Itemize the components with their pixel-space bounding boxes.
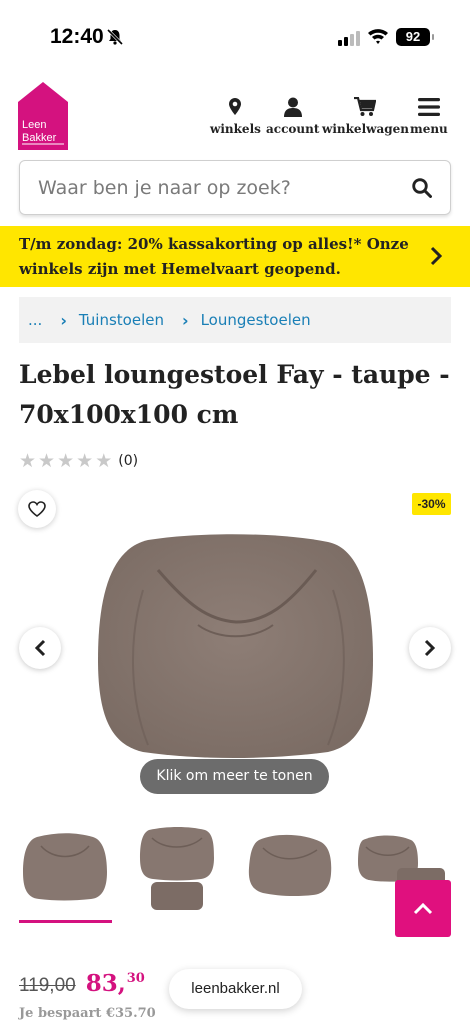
star-icon: ★ xyxy=(76,450,94,472)
breadcrumb: ... › Tuinstoelen › Loungestoelen xyxy=(19,297,451,343)
thumbnail-3[interactable] xyxy=(247,832,333,898)
cellular-signal-icon xyxy=(338,30,360,46)
discount-badge: -30% xyxy=(412,493,451,515)
breadcrumb-loungestoelen[interactable]: Loungestoelen xyxy=(201,311,311,329)
silent-bell-icon xyxy=(106,28,124,46)
leenbakker-logo[interactable]: Leen Bakker xyxy=(18,82,68,150)
breadcrumb-chevron-icon: › xyxy=(60,310,67,330)
breadcrumb-chevron-icon: › xyxy=(181,310,189,330)
star-icon: ★ xyxy=(95,450,113,472)
scroll-to-top-button[interactable] xyxy=(395,880,451,937)
breadcrumb-ellipsis[interactable]: ... xyxy=(28,311,42,329)
heart-icon xyxy=(28,501,46,517)
status-time: 12:40 xyxy=(50,25,104,48)
rating-count: (0) xyxy=(118,453,139,469)
chevron-right-icon xyxy=(430,246,442,266)
favorite-button[interactable] xyxy=(18,490,56,528)
nav-cart[interactable]: winkelwagen xyxy=(322,96,409,136)
nav-account-label: account xyxy=(266,122,320,136)
gallery-next-button[interactable] xyxy=(409,627,451,669)
thumbnail-1[interactable] xyxy=(21,832,109,902)
gallery-prev-button[interactable] xyxy=(19,627,61,669)
browser-url-bar[interactable]: leenbakker.nl xyxy=(169,969,302,1009)
search-input[interactable] xyxy=(38,173,398,203)
star-icon: ★ xyxy=(19,450,37,472)
shopping-cart-icon xyxy=(354,96,377,118)
promo-text: T/m zondag: 20% kassakorting op alles!* … xyxy=(19,235,409,278)
svg-text:Bakker: Bakker xyxy=(22,132,57,144)
location-pin-icon xyxy=(229,96,242,118)
show-more-button[interactable]: Klik om meer te tonen xyxy=(140,759,329,794)
wifi-icon xyxy=(368,29,388,44)
nav-menu-label: menu xyxy=(410,122,448,136)
hamburger-menu-icon xyxy=(417,96,440,118)
product-title: Lebel loungestoel Fay - taupe - 70x100x1… xyxy=(19,360,450,429)
star-icon: ★ xyxy=(38,450,56,472)
new-price-cents: 30 xyxy=(126,971,145,986)
chevron-right-icon xyxy=(424,639,436,657)
nav-stores-label: winkels xyxy=(210,122,261,136)
thumbnail-active-indicator xyxy=(19,920,112,923)
old-price: 119,00 xyxy=(19,975,76,996)
star-icon: ★ xyxy=(57,450,75,472)
nav-menu[interactable]: menu xyxy=(410,96,448,136)
promo-banner[interactable]: T/m zondag: 20% kassakorting op alles!* … xyxy=(0,226,470,287)
price-row: 119,00 83, 30 xyxy=(19,970,145,997)
breadcrumb-tuinstoelen[interactable]: Tuinstoelen xyxy=(79,311,164,329)
savings-text: Je bespaart €35.70 xyxy=(19,1006,156,1021)
new-price: 83, xyxy=(85,970,126,997)
search-icon[interactable] xyxy=(412,178,432,198)
battery-indicator: 92 xyxy=(396,28,434,46)
nav-account[interactable]: account xyxy=(266,96,319,136)
thumbnail-2[interactable] xyxy=(139,826,215,912)
nav-stores[interactable]: winkels xyxy=(210,96,261,136)
nav-cart-label: winkelwagen xyxy=(322,122,409,136)
search-bar xyxy=(19,160,451,215)
chevron-left-icon xyxy=(34,639,46,657)
chevron-up-icon xyxy=(413,902,433,914)
product-rating[interactable]: ★ ★ ★ ★ ★ (0) xyxy=(19,451,138,471)
status-bar: 12:40 92 xyxy=(0,0,470,70)
user-icon xyxy=(283,96,302,118)
svg-text:Leen: Leen xyxy=(22,119,46,131)
product-main-image[interactable] xyxy=(88,530,384,760)
